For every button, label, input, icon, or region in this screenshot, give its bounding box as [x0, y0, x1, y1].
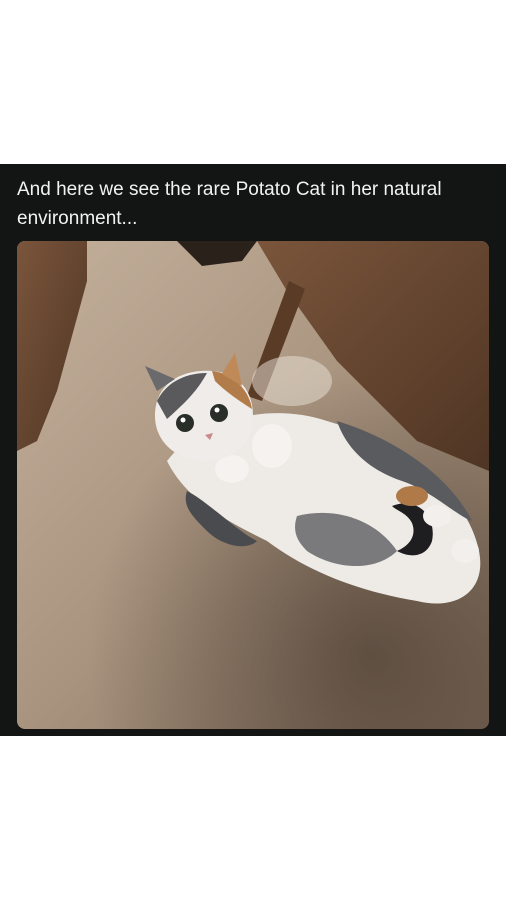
cat-hind-paw-2: [451, 539, 479, 563]
cat-photo[interactable]: [17, 241, 489, 729]
light-patch: [252, 356, 332, 406]
post-caption: And here we see the rare Potato Cat in h…: [17, 179, 442, 229]
cat-photo-illustration: [17, 241, 489, 729]
cat-eye-right: [210, 404, 228, 422]
cat-eye-left: [176, 414, 194, 432]
cat-eye-left-glint: [180, 417, 186, 423]
cat-orange-patch: [396, 486, 428, 506]
meme-post-card: And here we see the rare Potato Cat in h…: [0, 164, 506, 736]
cat-front-paw: [252, 424, 292, 468]
cat-hind-paw: [423, 505, 451, 527]
cat-eye-right-glint: [214, 407, 220, 413]
